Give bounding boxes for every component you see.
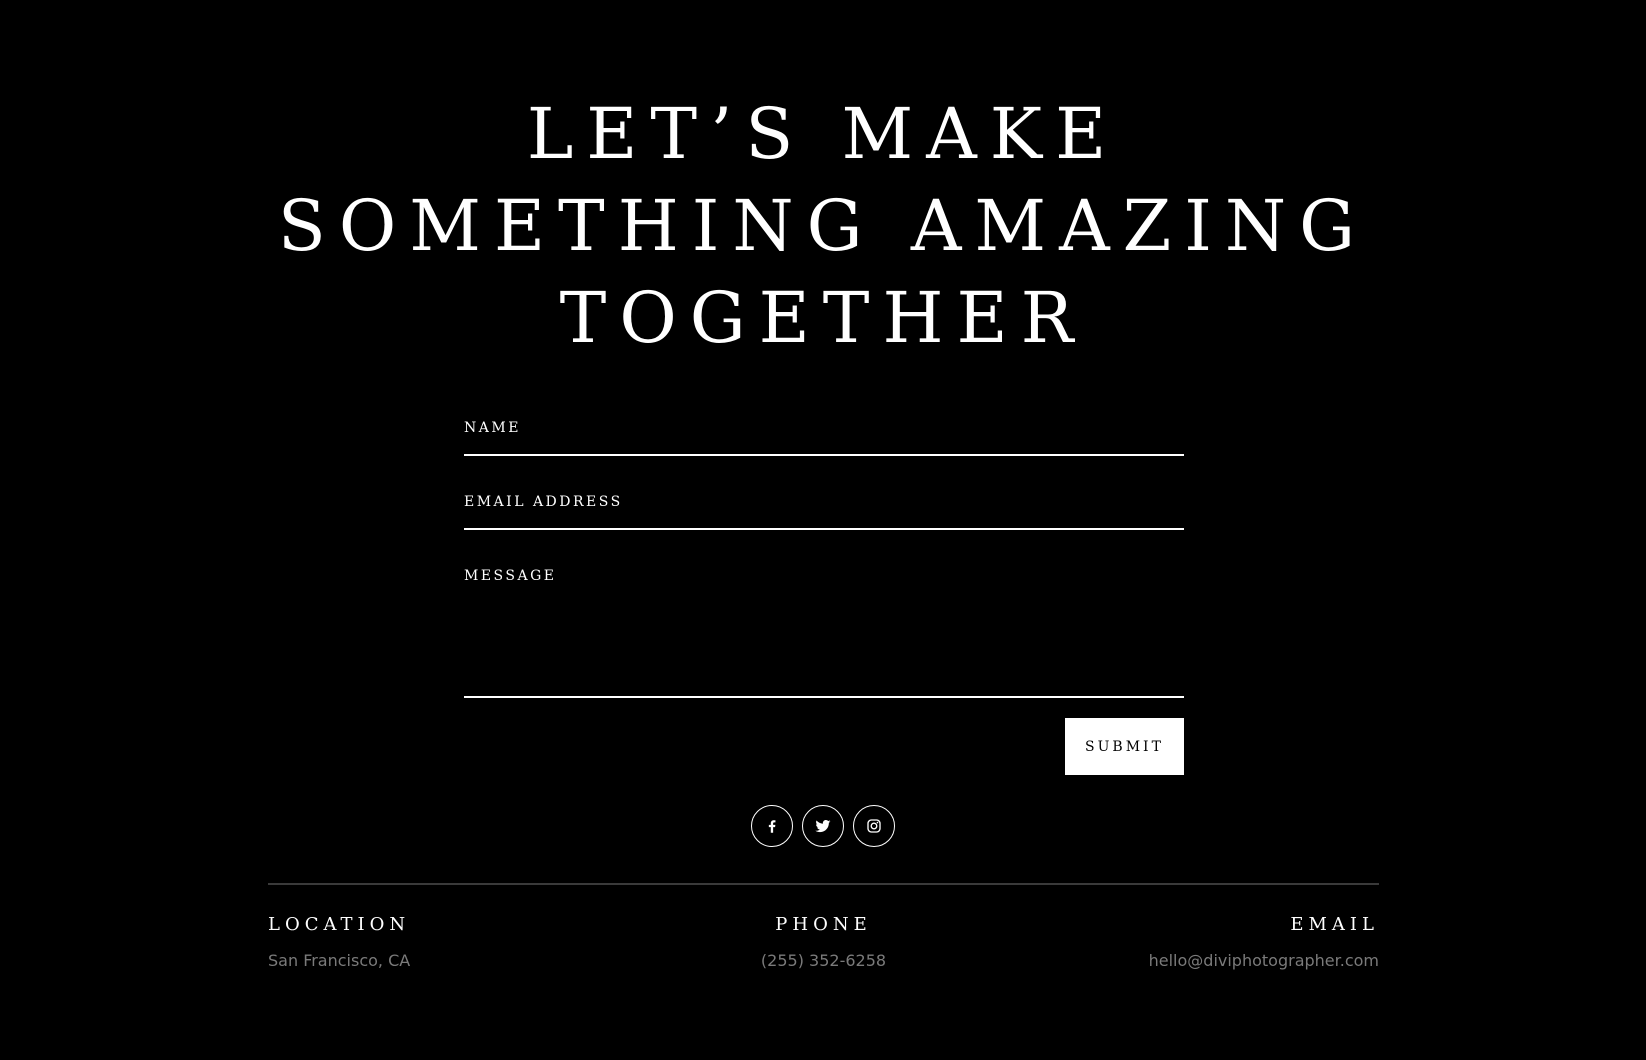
- facebook-icon: [768, 820, 776, 833]
- social-links: [0, 805, 1646, 847]
- submit-button[interactable]: SUBMIT: [1065, 718, 1184, 775]
- facebook-link[interactable]: [751, 805, 793, 847]
- email-info-value: hello@diviphotographer.com: [1148, 951, 1379, 970]
- footer-divider: [268, 883, 1379, 885]
- message-field-wrapper: MESSAGE: [464, 560, 1184, 698]
- headline-line-3: TOGETHER: [559, 277, 1087, 359]
- page-headline: LET’S MAKE SOMETHING AMAZING TOGETHER: [0, 88, 1646, 364]
- headline-line-1: LET’S MAKE: [526, 93, 1120, 175]
- instagram-icon: [867, 819, 881, 833]
- name-input[interactable]: [464, 412, 1184, 452]
- name-field-wrapper: NAME: [464, 412, 1184, 456]
- email-info-label: EMAIL: [1290, 914, 1379, 935]
- headline-line-2: SOMETHING AMAZING: [277, 185, 1369, 267]
- instagram-link[interactable]: [853, 805, 895, 847]
- twitter-icon: [815, 820, 831, 833]
- message-textarea[interactable]: [464, 560, 1184, 694]
- email-block: EMAIL hello@diviphotographer.com: [1149, 912, 1379, 972]
- email-input[interactable]: [464, 486, 1184, 526]
- contact-info: LOCATION San Francisco, CA PHONE (255) 3…: [268, 912, 1379, 982]
- contact-form: NAME EMAIL ADDRESS MESSAGE SUBMIT: [464, 412, 1184, 775]
- twitter-link[interactable]: [802, 805, 844, 847]
- email-field-wrapper: EMAIL ADDRESS: [464, 486, 1184, 530]
